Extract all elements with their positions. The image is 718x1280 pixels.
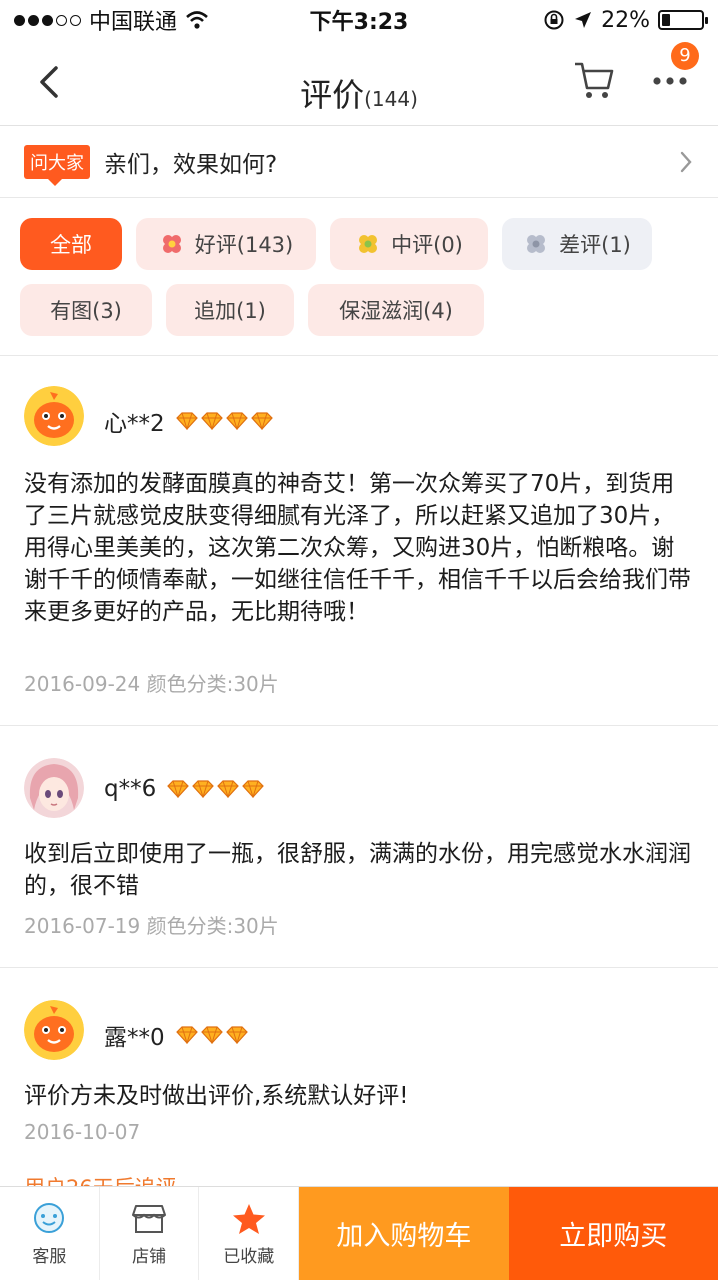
ask-question: 亲们，效果如何? (104, 151, 278, 178)
signal-strength-icon (14, 14, 81, 26)
filter-bad[interactable]: 差评(1) (502, 218, 652, 270)
neutral-flower-icon (359, 235, 378, 253)
anime-avatar-icon (24, 758, 84, 818)
battery-icon (658, 10, 708, 30)
diamond-icon (250, 412, 273, 430)
diamond-icon (225, 1026, 248, 1044)
shop-button[interactable]: 店铺 (100, 1187, 200, 1280)
location-arrow-icon (575, 12, 592, 28)
user-row: 露**0 (104, 1018, 249, 1052)
user-avatar (24, 386, 84, 446)
filter-label: 有图(3) (50, 299, 122, 323)
add-to-cart-button[interactable]: 加入购物车 (299, 1187, 509, 1280)
chevron-right-icon (680, 151, 692, 172)
cart-icon[interactable] (572, 58, 616, 102)
clock: 下午3:23 (309, 10, 409, 35)
review-item: 心**2 没有添加的发酵面膜真的神奇艾！第一次众筹买了70片，到货用了三片就感觉… (0, 356, 718, 726)
review-meta: 2016-09-24 颜色分类:30片 (24, 672, 279, 696)
nav-bar: 评价(144) 9 (0, 40, 718, 126)
review-meta: 2016-10-07 (24, 1120, 141, 1144)
wifi-icon (186, 11, 208, 29)
diamond-icon (217, 780, 240, 798)
customer-service-button[interactable]: 客服 (0, 1187, 100, 1280)
tool-label: 客服 (32, 1246, 67, 1267)
filter-neutral[interactable]: 中评(0) (330, 218, 488, 270)
diamond-icon (167, 780, 190, 798)
diamond-icon (242, 780, 265, 798)
star-icon (232, 1203, 265, 1234)
chat-bubble-icon (34, 1202, 65, 1233)
review-item: 露**0 评价方未及时做出评价,系统默认好评! 2016-10-07 用户26天… (0, 968, 718, 1200)
filter-label: 追加(1) (194, 299, 266, 323)
user-row: 心**2 (104, 404, 274, 438)
status-bar: 中国联通 下午3:23 22% (0, 0, 718, 40)
reputation-diamonds (175, 1026, 249, 1044)
ask-everyone-tag: 问大家 (24, 144, 90, 186)
user-avatar (24, 1000, 84, 1060)
buy-now-button[interactable]: 立即购买 (508, 1187, 718, 1280)
reputation-diamonds (166, 780, 265, 798)
username: 心**2 (104, 411, 165, 437)
review-filter-group: 全部 好评(143) 中评(0) 差评(1) 有图(3) 追加(1) 保湿滋润(… (0, 198, 718, 356)
diamond-icon (175, 412, 198, 430)
shop-icon (132, 1204, 167, 1233)
filter-appended[interactable]: 追加(1) (166, 284, 294, 336)
user-row: q**6 (104, 776, 265, 802)
filter-label: 保湿滋润(4) (339, 299, 453, 323)
good-flower-icon (162, 235, 181, 253)
filter-good[interactable]: 好评(143) (136, 218, 316, 270)
tool-label: 店铺 (132, 1246, 167, 1267)
favorite-button[interactable]: 已收藏 (199, 1187, 300, 1280)
review-count: (144) (364, 87, 418, 111)
username: q**6 (104, 776, 157, 802)
filter-label: 中评(0) (391, 233, 463, 257)
orientation-lock-icon (544, 10, 564, 30)
filter-label: 好评(143) (194, 233, 294, 257)
filter-with-photos[interactable]: 有图(3) (20, 284, 152, 336)
bottom-action-bar: 客服 店铺 已收藏 加入购物车 立即购买 (0, 1186, 718, 1280)
filter-label: 全部 (50, 233, 92, 257)
filter-all[interactable]: 全部 (20, 218, 122, 270)
username: 露**0 (104, 1025, 165, 1051)
carrier-name: 中国联通 (89, 10, 178, 35)
filter-label: 差评(1) (559, 233, 631, 257)
mascot-avatar-icon (24, 386, 84, 446)
diamond-icon (225, 412, 248, 430)
more-icon[interactable] (650, 66, 690, 96)
mascot-avatar-icon (24, 1000, 84, 1060)
filter-moisturizing[interactable]: 保湿滋润(4) (308, 284, 484, 336)
page-title-text: 评价 (300, 76, 365, 114)
notification-badge: 9 (671, 42, 699, 70)
diamond-icon (175, 1026, 198, 1044)
review-text: 没有添加的发酵面膜真的神奇艾！第一次众筹买了70片，到货用了三片就感觉皮肤变得细… (24, 471, 691, 625)
tool-label: 已收藏 (223, 1246, 275, 1267)
reputation-diamonds (175, 412, 274, 430)
ask-everyone-row[interactable]: 问大家 亲们，效果如何? (0, 126, 718, 198)
review-text: 评价方未及时做出评价,系统默认好评! (24, 1083, 409, 1109)
review-meta: 2016-07-19 颜色分类:30片 (24, 914, 279, 938)
review-text: 收到后立即使用了一瓶，很舒服，满满的水份，用完感觉水水润润的，很不错 (24, 841, 691, 899)
diamond-icon (192, 780, 215, 798)
diamond-icon (200, 1026, 223, 1044)
bad-flower-icon (527, 235, 546, 253)
user-avatar (24, 758, 84, 818)
review-item: q**6 收到后立即使用了一瓶，很舒服，满满的水份，用完感觉水水润润的，很不错 … (0, 726, 718, 968)
battery-percent: 22% (601, 7, 650, 33)
diamond-icon (200, 412, 223, 430)
